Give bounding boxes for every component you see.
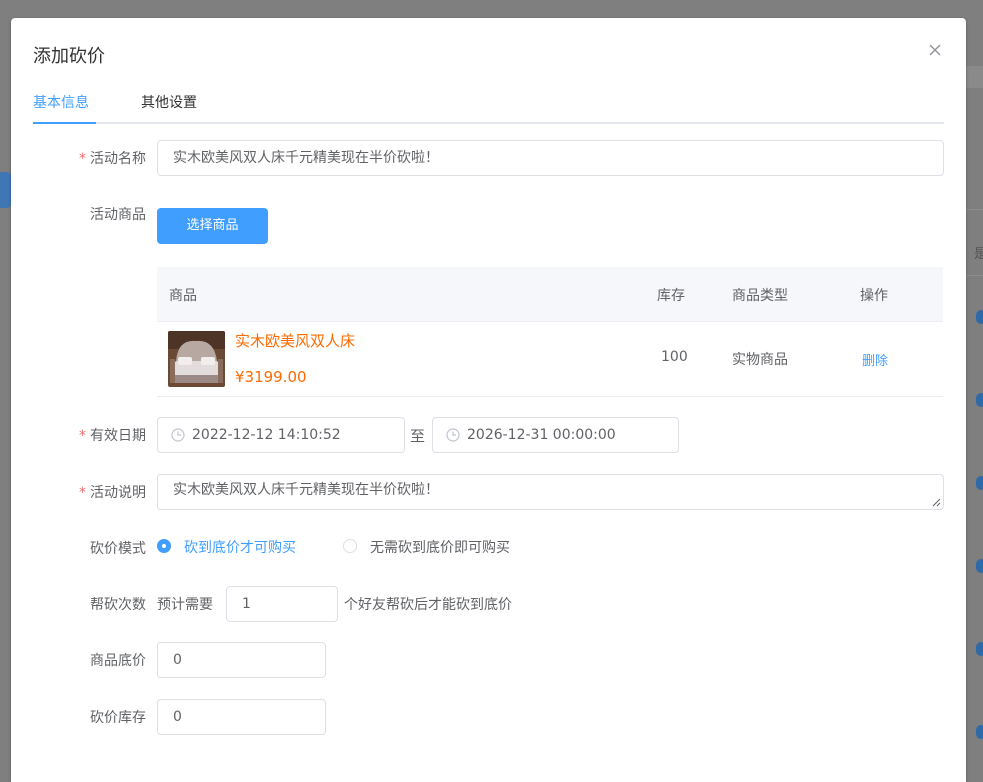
help-count-label: 帮砍次数	[90, 597, 146, 613]
help-count-prefix: 预计需要	[157, 597, 213, 613]
start-date-input[interactable]: 2022-12-12 14:10:52	[157, 417, 405, 453]
help-count-suffix: 个好友帮砍后才能砍到底价	[344, 597, 512, 613]
base-price-input[interactable]: 0	[157, 642, 326, 678]
base-price-label: 商品底价	[90, 653, 146, 669]
radio-checked-indicator	[157, 539, 171, 553]
goods-table-header: 商品 库存 商品类型 操作	[157, 267, 943, 322]
background-column-header: 是	[974, 247, 983, 262]
resize-handle-icon[interactable]	[931, 497, 941, 507]
product-name: 实木欧美风双人床	[235, 332, 356, 350]
product-price: ¥3199.00	[235, 368, 307, 386]
activity-name-label: * 活动名称	[79, 151, 146, 167]
background-row-marker	[976, 310, 983, 324]
bed-product-image	[168, 331, 225, 387]
background-divider	[966, 275, 983, 276]
tab-bar: 基本信息 其他设置	[33, 90, 944, 124]
background-divider	[966, 209, 983, 210]
column-header-goods: 商品	[169, 288, 197, 304]
background-row-marker	[976, 642, 983, 656]
clock-icon	[446, 428, 460, 442]
required-mark: *	[79, 151, 86, 167]
close-icon[interactable]	[927, 42, 943, 58]
radio-unchecked-indicator	[343, 539, 357, 553]
required-mark: *	[79, 428, 86, 444]
description-label: * 活动说明	[79, 485, 146, 501]
background-button	[0, 172, 11, 208]
tab-basic-info[interactable]: 基本信息	[33, 92, 89, 112]
bargain-mode-label: 砍价模式	[90, 541, 146, 557]
column-header-stock: 库存	[657, 288, 685, 304]
product-type: 实物商品	[732, 352, 788, 368]
date-range-separator: 至	[410, 427, 426, 445]
select-goods-button[interactable]: 选择商品	[157, 208, 268, 244]
tab-other-settings[interactable]: 其他设置	[141, 92, 197, 112]
required-mark: *	[79, 485, 86, 501]
table-row: 实木欧美风双人床 ¥3199.00 100 实物商品 删除	[157, 322, 943, 397]
background-row-marker	[976, 725, 983, 739]
column-header-type: 商品类型	[732, 288, 788, 304]
dialog-title: 添加砍价	[33, 46, 105, 67]
column-header-action: 操作	[860, 288, 888, 304]
background-row-marker	[976, 393, 983, 407]
background-header-strip	[966, 66, 983, 88]
bargain-stock-input[interactable]: 0	[157, 699, 326, 735]
valid-date-label: * 有效日期	[79, 428, 146, 444]
background-row-marker	[976, 559, 983, 573]
background-row-marker	[976, 476, 983, 490]
product-stock: 100	[661, 349, 688, 365]
clock-icon	[171, 428, 185, 442]
activity-name-input[interactable]: 实木欧美风双人床千元精美现在半价砍啦！	[157, 140, 944, 176]
bargain-stock-label: 砍价库存	[90, 710, 146, 726]
add-bargain-dialog: 添加砍价 基本信息 其他设置 * 活动名称 实木欧美风双人床千元精美现在半价砍啦！…	[11, 18, 966, 782]
description-textarea[interactable]: 实木欧美风双人床千元精美现在半价砍啦！	[157, 474, 944, 510]
end-date-input[interactable]: 2026-12-31 00:00:00	[432, 417, 679, 453]
active-tab-indicator	[33, 122, 96, 124]
delete-link[interactable]: 删除	[862, 350, 888, 369]
help-count-input[interactable]: 1	[226, 586, 338, 622]
activity-goods-label: 活动商品	[90, 207, 146, 223]
